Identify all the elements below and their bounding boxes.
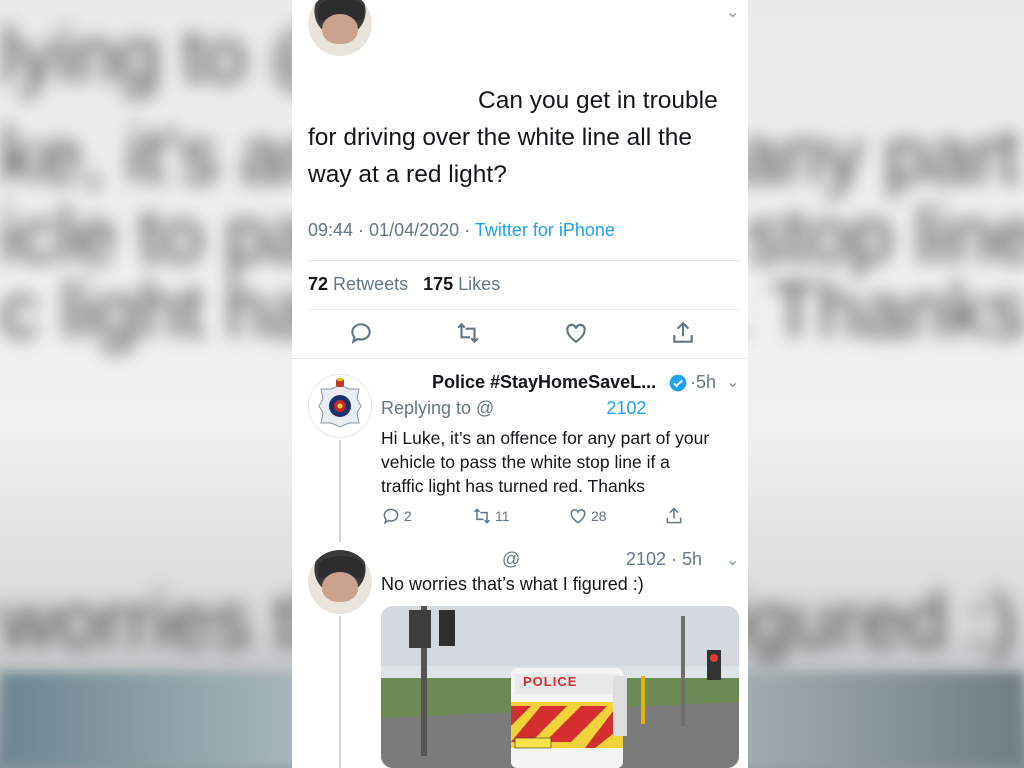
tweet-time: 09:44 xyxy=(308,220,354,240)
share-icon xyxy=(673,321,693,343)
share-icon xyxy=(666,507,682,524)
tweet-text: Can you get in trouble for driving over … xyxy=(308,87,718,188)
chevron-down-icon[interactable]: ⌄ xyxy=(726,2,739,22)
attached-photo[interactable]: POLICE xyxy=(381,606,739,768)
reply-icon xyxy=(383,508,399,525)
share-button[interactable] xyxy=(670,320,702,352)
van-label: POLICE xyxy=(523,674,578,689)
tweet-client-link[interactable]: Twitter for iPhone xyxy=(475,220,615,240)
tweet-meta: 09:44 · 01/04/2020 · Twitter for iPhone xyxy=(308,220,615,240)
police-crest-icon xyxy=(318,378,362,428)
reply-button[interactable] xyxy=(348,320,380,352)
retweet-icon xyxy=(473,508,491,524)
reply2-handle-age: 2102 · 5h xyxy=(626,549,703,569)
tweet-column: ⌄ Can you get in trouble for driving ove… xyxy=(292,0,748,768)
author-avatar[interactable] xyxy=(308,0,372,56)
chevron-down-icon[interactable]: ⌄ xyxy=(726,372,739,392)
reply1-age: ·5h xyxy=(690,372,717,392)
reply1-text: Hi Luke, it’s an offence for any part of… xyxy=(381,428,710,496)
likes-stat[interactable]: 175 Likes xyxy=(423,274,500,294)
replying-to: Replying to @2102 xyxy=(381,398,647,418)
tweet-date: 01/04/2020 xyxy=(369,220,460,240)
divider xyxy=(292,358,748,359)
like-button[interactable] xyxy=(563,320,595,352)
divider xyxy=(308,260,740,261)
reply1-reply-button[interactable]: 2 xyxy=(381,506,412,526)
replying-handle[interactable]: 2102 xyxy=(606,398,646,418)
divider xyxy=(308,309,740,310)
police-name[interactable]: Police #StayHomeSaveL... xyxy=(432,372,656,393)
author-avatar[interactable] xyxy=(308,550,372,614)
verified-badge-icon xyxy=(669,374,687,392)
heart-icon xyxy=(566,323,586,343)
retweets-stat[interactable]: 72 Retweets xyxy=(308,274,408,294)
chevron-down-icon[interactable]: ⌄ xyxy=(726,550,739,570)
retweet-button[interactable] xyxy=(455,320,487,352)
reply2-at: @ xyxy=(502,549,521,569)
reply-icon xyxy=(351,323,371,345)
reply2-text: No worries that’s what I figured :) xyxy=(381,574,644,594)
thread-line xyxy=(339,440,341,542)
retweet-icon xyxy=(457,322,479,344)
reply1-share-button[interactable] xyxy=(664,506,684,526)
thread-line xyxy=(339,616,341,768)
police-avatar[interactable] xyxy=(308,374,372,438)
reply1-retweet-button[interactable]: 11 xyxy=(472,506,510,526)
reply1-like-button[interactable]: 28 xyxy=(568,506,607,526)
tweet-stats: 72 Retweets 175 Likes xyxy=(308,274,500,295)
heart-icon xyxy=(570,508,586,524)
